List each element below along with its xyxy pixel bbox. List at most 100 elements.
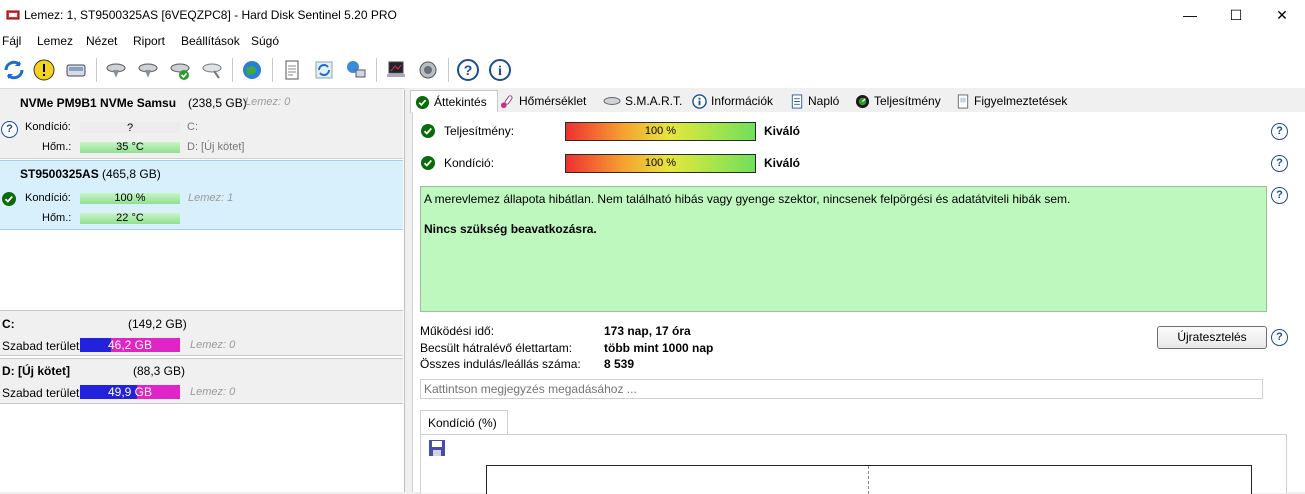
help-icon[interactable]: ? <box>454 56 482 84</box>
lifetime-value: több mint 1000 nap <box>604 341 714 355</box>
comment-input[interactable] <box>420 379 1263 399</box>
app-icon <box>6 10 20 20</box>
tab-label: Napló <box>808 94 840 108</box>
volume-card-c[interactable]: C: (149,2 GB) Szabad terület 46,2 GB Lem… <box>0 310 403 356</box>
free-space-bar: 49,9 GB <box>80 385 180 399</box>
maximize-button[interactable]: ☐ <box>1213 0 1259 30</box>
kondicio-label: Kondíció: <box>25 121 71 133</box>
minimize-button[interactable]: — <box>1167 0 1213 30</box>
status-message: A merevlemez állapota hibátlan. Nem talá… <box>424 192 1071 206</box>
disk-wrench-icon[interactable] <box>198 56 226 84</box>
disk-gear-icon[interactable] <box>102 56 130 84</box>
kondicio-bar: ? <box>80 122 180 134</box>
tab-label: Figyelmeztetések <box>974 94 1068 108</box>
toolbar-separator <box>96 58 97 82</box>
action-message: Nincs szükség beavatkozásra. <box>424 222 597 236</box>
free-space-value: 46,2 GB <box>107 338 153 352</box>
tab-label: Hőmérséklet <box>519 94 587 108</box>
subtab-kondicio[interactable]: Kondíció (%) <box>420 410 508 435</box>
drive-c-label: C: <box>187 121 198 133</box>
hom-label: Hőm.: <box>42 212 72 224</box>
tab-label: Áttekintés <box>434 95 487 109</box>
condition-label: Kondíció: <box>444 156 495 170</box>
menu-riport[interactable]: Riport <box>133 34 165 48</box>
title-bar: Lemez: 1, ST9500325AS [6VEQZPC8] - Hard … <box>0 0 1305 30</box>
free-space-label: Szabad terület <box>2 339 80 353</box>
tab-attekintes[interactable]: Áttekintés <box>410 90 498 113</box>
volume-name: D: [Új kötet] <box>2 364 70 378</box>
save-icon[interactable] <box>428 439 446 457</box>
uptime-value: 173 nap, 17 óra <box>604 324 691 338</box>
free-space-bar: 46,2 GB <box>80 338 180 352</box>
info-icon <box>692 93 707 109</box>
tab-homerseklet[interactable]: Hőmérséklet <box>500 90 586 112</box>
hom-label: Hőm.: <box>42 141 72 153</box>
log-icon <box>791 93 803 109</box>
status-ok-icon <box>2 192 16 206</box>
disk-card-st9500325as[interactable]: ST9500325AS (465,8 GB) Kondíció: 100 % L… <box>0 160 403 230</box>
free-space-value: 49,9 GB <box>107 385 153 399</box>
document-icon <box>957 93 969 109</box>
free-space-label: Szabad terület <box>2 386 80 400</box>
help-question-icon[interactable]: ? <box>1 121 18 138</box>
menu-sugo[interactable]: Súgó <box>251 34 279 48</box>
retest-button[interactable]: Újratesztelés <box>1157 326 1267 349</box>
kondicio-bar: 100 % <box>80 193 180 204</box>
volume-name: C: <box>2 317 15 331</box>
help-question-icon[interactable]: ? <box>1271 155 1288 172</box>
refresh-icon[interactable] <box>0 56 28 84</box>
hom-bar: 22 °C <box>80 213 180 224</box>
disk-card-nvme[interactable]: NVMe PM9B1 NVMe Samsu (238,5 GB) Lemez: … <box>0 90 403 159</box>
toolbar-separator <box>376 58 377 82</box>
toolbar-separator <box>448 58 449 82</box>
smart-disk-icon <box>603 97 621 105</box>
hom-bar: 35 °C <box>80 142 180 153</box>
laptop-icon[interactable] <box>382 56 410 84</box>
performance-rating: Kiváló <box>764 124 801 138</box>
disk-size: (238,5 GB) <box>188 96 247 110</box>
menu-beallitasok[interactable]: Beállítások <box>181 34 240 48</box>
tab-teljesitmeny[interactable]: Teljesítmény <box>855 90 941 112</box>
condition-bar: 100 % <box>565 154 756 173</box>
sync-icon[interactable] <box>310 56 338 84</box>
thermometer-icon <box>500 94 513 108</box>
close-button[interactable]: ✕ <box>1259 0 1305 30</box>
report-icon[interactable] <box>278 56 306 84</box>
starts-value: 8 539 <box>604 357 635 371</box>
disk-icon[interactable] <box>62 56 90 84</box>
condition-ok-icon <box>421 156 435 170</box>
chart-gridline <box>868 466 869 494</box>
disk-gear2-icon[interactable] <box>134 56 162 84</box>
tab-informaciok[interactable]: Információk <box>692 90 773 112</box>
speaker-icon[interactable] <box>414 56 442 84</box>
warning-icon[interactable] <box>30 56 58 84</box>
tab-label: S.M.A.R.T. <box>625 94 683 108</box>
tab-label: Információk <box>711 94 774 108</box>
tab-smart[interactable]: S.M.A.R.T. <box>603 90 682 112</box>
disk-name: ST9500325AS <box>20 167 99 181</box>
starts-label: Összes indulás/leállás száma: <box>420 357 581 371</box>
disk-check-icon[interactable] <box>166 56 194 84</box>
globe-icon[interactable] <box>238 56 266 84</box>
performance-label: Teljesítmény: <box>444 124 515 138</box>
help-question-icon[interactable]: ? <box>1271 123 1288 140</box>
lifetime-label: Becsült hátralévő élettartam: <box>420 341 573 355</box>
condition-chart-area <box>420 434 1287 494</box>
network-icon[interactable] <box>342 56 370 84</box>
help-question-icon[interactable]: ? <box>1271 329 1288 346</box>
volume-card-d[interactable]: D: [Új kötet] (88,3 GB) Szabad terület 4… <box>0 358 403 404</box>
menu-nezet[interactable]: Nézet <box>86 34 117 48</box>
tab-naplo[interactable]: Napló <box>790 90 839 112</box>
svg-text:i: i <box>498 64 502 79</box>
gauge-icon <box>855 94 870 108</box>
uptime-label: Működési idő: <box>420 324 495 338</box>
menu-fajl[interactable]: Fájl <box>2 34 21 48</box>
tab-figyelmeztetesek[interactable]: Figyelmeztetések <box>956 90 1067 112</box>
menu-lemez[interactable]: Lemez <box>37 34 73 48</box>
volume-lemez: Lemez: 0 <box>190 386 236 398</box>
performance-ok-icon <box>421 124 435 138</box>
chart-plot-area <box>486 465 1252 494</box>
tab-label: Teljesítmény <box>874 94 941 108</box>
help-question-icon[interactable]: ? <box>1271 187 1288 204</box>
info-icon[interactable]: i <box>486 56 514 84</box>
